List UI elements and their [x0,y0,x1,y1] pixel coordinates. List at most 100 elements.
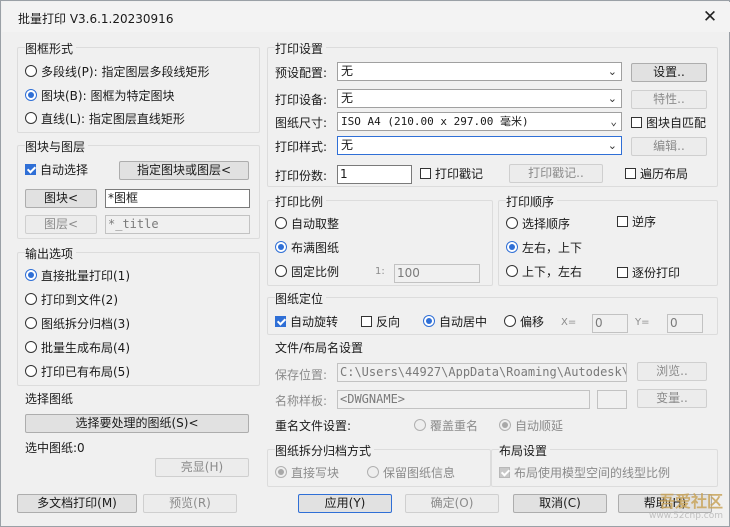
block-pick-button[interactable]: 图块< [25,189,97,208]
name-template-input[interactable]: <DWGNAME> [337,390,590,409]
preset-label: 预设配置: [275,66,328,80]
edit-style-button[interactable]: 编辑.. [631,137,707,156]
save-location-label: 保存位置: [275,368,328,382]
offset-label: 偏移 [520,314,545,329]
copies-input[interactable]: 1 [337,165,412,184]
ratio-input[interactable]: 100 [394,264,480,283]
positioning-label: 图纸定位 [275,290,327,307]
preview-button[interactable]: 预览(R) [143,494,237,513]
style-label: 打印样式: [275,140,328,154]
watermark-logo: 吾爱社区 www.52cnp.com [631,493,727,525]
auto-select-label: 自动选择 [40,162,89,177]
order-selection-label: 选择顺序 [522,216,571,231]
layer-pick-button[interactable]: 图层< [25,215,97,234]
print-stamp-button[interactable]: 打印戳记.. [509,164,603,183]
paper-value: ISO A4 (210.00 x 297.00 毫米) [341,115,529,128]
overwrite-label: 覆盖重名 [430,418,479,433]
output-print-layouts-radio[interactable]: 打印已有布局(5) [25,363,130,379]
frame-form-line-radio[interactable]: 直线(L): 指定图层直线矩形 [25,110,185,126]
properties-button[interactable]: 特性.. [631,90,707,109]
specify-block-layer-button[interactable]: 指定图块或图层< [119,161,249,180]
copies-label: 打印份数: [275,169,328,183]
scale-auto-round-label: 自动取整 [291,216,340,231]
select-drawings-button[interactable]: 选择要处理的图纸(S)< [25,414,249,433]
ok-button[interactable]: 确定(O) [405,494,499,513]
layer-name-input[interactable]: *_title [105,215,250,234]
device-select[interactable]: 无 [337,89,622,108]
auto-rotate-label: 自动旋转 [290,314,339,329]
frame-form-polyline-label: 多段线(P): 指定图层多段线矩形 [41,64,210,79]
scale-auto-round-radio[interactable]: 自动取整 [275,215,339,231]
output-print-to-file-label: 打印到文件(2) [41,292,118,307]
scale-fit-paper-label: 布满图纸 [291,240,340,255]
variables-button[interactable]: 变量.. [637,389,707,408]
reverse-order-label: 逆序 [632,214,657,229]
auto-center-radio[interactable]: 自动居中 [423,313,487,329]
order-lr-tb-label: 左右，上下 [522,240,583,255]
selected-count-label: 选中图纸:0 [25,441,85,455]
offset-x-input[interactable]: 0 [592,314,628,333]
save-location-input[interactable]: C:\Users\44927\AppData\Roaming\Autodesk\… [337,363,627,382]
layout-settings-label: 布局设置 [499,442,551,459]
name-template-extra-input[interactable] [597,390,627,409]
output-label: 输出选项 [25,245,77,262]
traverse-layouts-label: 遍历布局 [640,166,689,181]
order-label: 打印顺序 [506,193,558,210]
setup-button[interactable]: 设置.. [631,63,707,82]
output-print-to-file-radio[interactable]: 打印到文件(2) [25,291,118,307]
output-split-archive-label: 图纸拆分归档(3) [41,316,130,331]
chevron-down-icon [608,90,617,107]
order-selection-radio[interactable]: 选择顺序 [506,215,570,231]
offset-y-label: Y= [635,317,650,328]
device-label: 打印设备: [275,93,328,107]
file-layout-label: 文件/布局名设置 [275,339,367,356]
block-name-input[interactable]: *图框 [105,189,250,208]
output-direct-print-radio[interactable]: 直接批量打印(1) [25,267,130,283]
output-split-archive-radio[interactable]: 图纸拆分归档(3) [25,315,130,331]
output-generate-layouts-radio[interactable]: 批量生成布局(4) [25,339,130,355]
watermark-text: 吾爱社区 [658,492,723,511]
reverse-rotate-checkbox[interactable]: 反向 [361,313,400,329]
frame-form-label: 图框形式 [25,40,77,57]
paper-label: 图纸尺寸: [275,116,328,130]
split-write-block-radio[interactable]: 直接写块 [275,464,339,480]
block-fit-checkbox[interactable]: 图块自匹配 [631,114,706,130]
traverse-layouts-checkbox[interactable]: 遍历布局 [625,165,688,181]
browse-button[interactable]: 浏览.. [637,362,707,381]
scale-fit-paper-radio[interactable]: 布满图纸 [275,239,339,255]
order-tb-lr-radio[interactable]: 上下，左右 [506,263,582,279]
reverse-order-checkbox[interactable]: 逆序 [617,213,656,229]
frame-form-block-label: 图块(B): 图框为特定图块 [41,88,175,103]
auto-select-checkbox[interactable]: 自动选择 [25,161,88,177]
paper-select[interactable]: ISO A4 (210.00 x 297.00 毫米) [337,112,622,131]
per-copy-label: 逐份打印 [632,265,681,280]
cancel-button[interactable]: 取消(C) [513,494,607,513]
title-bar: 批量打印 V3.6.1.20230916 ✕ [2,2,730,32]
select-drawings-label: 选择图纸 [25,390,77,407]
frame-form-block-radio[interactable]: 图块(B): 图框为特定图块 [25,87,174,103]
scale-label: 打印比例 [275,193,327,210]
auto-center-label: 自动居中 [439,314,488,329]
highlight-button[interactable]: 亮显(H) [155,458,249,477]
frame-form-polyline-radio[interactable]: 多段线(P): 指定图层多段线矩形 [25,63,209,79]
output-print-layouts-label: 打印已有布局(5) [41,364,130,379]
offset-radio[interactable]: 偏移 [504,313,544,329]
multi-document-print-button[interactable]: 多文档打印(M) [17,494,137,513]
preset-select[interactable]: 无 [337,62,622,81]
auto-rotate-checkbox[interactable]: 自动旋转 [275,313,338,329]
duplicate-setting-label: 重名文件设置: [275,419,352,433]
model-linetype-checkbox[interactable]: 布局使用模型空间的线型比例 [499,464,670,480]
print-stamp-checkbox[interactable]: 打印戳记 [420,165,483,181]
per-copy-checkbox[interactable]: 逐份打印 [617,264,680,280]
split-keep-info-radio[interactable]: 保留图纸信息 [367,464,455,480]
watermark-url: www.52cnp.com [648,511,723,521]
scale-fixed-radio[interactable]: 固定比例 [275,263,339,279]
close-icon[interactable]: ✕ [698,6,722,28]
apply-button[interactable]: 应用(Y) [298,494,392,513]
style-value: 无 [341,138,354,152]
overwrite-radio[interactable]: 覆盖重名 [414,417,478,433]
offset-y-input[interactable]: 0 [667,314,703,333]
auto-increment-radio[interactable]: 自动顺延 [499,417,563,433]
order-lr-tb-radio[interactable]: 左右，上下 [506,239,582,255]
style-select[interactable]: 无 [337,136,622,155]
